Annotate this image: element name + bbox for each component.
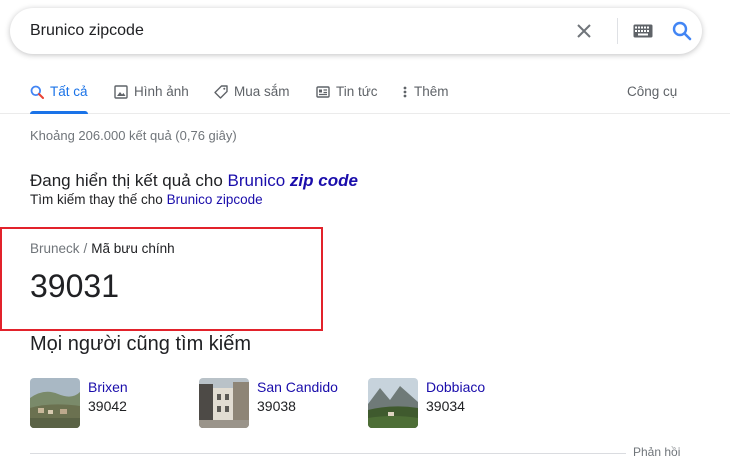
answer-place[interactable]: Bruneck	[30, 241, 80, 256]
tab-label: Tin tức	[336, 84, 378, 99]
search-box	[10, 8, 702, 54]
spelling-prefix: Đang hiển thị kết quả cho	[30, 171, 223, 190]
tab-more[interactable]: Thêm	[402, 84, 449, 114]
search-tabs: Tất cả Hình ảnh Mua sắm Tin tức Thêm Côn…	[0, 74, 730, 114]
crumb-separator: /	[83, 241, 88, 256]
tab-label: Hình ảnh	[134, 84, 189, 99]
tools-button[interactable]: Công cụ	[627, 84, 677, 99]
tab-label: Tất cả	[50, 84, 88, 99]
place-code: 39042	[88, 398, 127, 414]
place-thumbnail	[199, 378, 249, 428]
related-place-item[interactable]: Brixen 39042	[30, 378, 128, 428]
close-icon[interactable]	[573, 20, 595, 42]
tab-all[interactable]: Tất cả	[30, 84, 88, 114]
place-name: San Candido	[257, 379, 338, 395]
section-divider	[30, 453, 626, 454]
place-name: Dobbiaco	[426, 379, 486, 395]
zip-code-value: 39031	[30, 268, 119, 304]
place-text: Brixen 39042	[88, 378, 128, 428]
answer-label: Mã bưu chính	[91, 241, 175, 256]
news-icon	[316, 86, 330, 98]
search-icon	[30, 85, 44, 99]
tab-shopping[interactable]: Mua sắm	[214, 84, 290, 114]
tag-icon	[214, 85, 228, 99]
more-vert-icon	[403, 86, 407, 98]
place-thumbnail	[30, 378, 80, 428]
place-text: San Candido 39038	[257, 378, 338, 428]
original-query-link[interactable]: Brunico zipcode	[167, 192, 263, 207]
search-input[interactable]	[30, 19, 550, 43]
related-place-item[interactable]: San Candido 39038	[199, 378, 338, 428]
corrected-query-bold: zip code	[289, 171, 358, 190]
place-text: Dobbiaco 39034	[426, 378, 485, 428]
tab-images[interactable]: Hình ảnh	[114, 84, 189, 114]
tab-label: Thêm	[414, 84, 449, 99]
image-icon	[114, 85, 128, 99]
tab-label: Mua sắm	[234, 84, 290, 99]
alt-prefix: Tìm kiếm thay thế cho	[30, 192, 163, 207]
place-thumbnail	[368, 378, 418, 428]
corrected-query-plain: Brunico	[227, 171, 286, 190]
keyboard-icon[interactable]	[632, 20, 654, 42]
people-also-search-title: Mọi người cũng tìm kiếm	[30, 333, 252, 355]
place-name: Brixen	[88, 379, 128, 395]
search-box-divider	[617, 18, 618, 44]
related-place-item[interactable]: Dobbiaco 39034	[368, 378, 485, 428]
answer-breadcrumb: Bruneck / Mã bưu chính	[30, 241, 175, 256]
tab-news[interactable]: Tin tức	[316, 84, 378, 114]
search-icon[interactable]	[671, 20, 693, 42]
corrected-query-link[interactable]: Brunico zip code	[228, 171, 358, 190]
place-code: 39034	[426, 398, 465, 414]
result-stats: Khoảng 206.000 kết quả (0,76 giây)	[30, 128, 237, 143]
spelling-correction: Đang hiển thị kết quả cho Brunico zip co…	[30, 171, 358, 191]
alternative-search: Tìm kiếm thay thế cho Brunico zipcode	[30, 192, 263, 207]
place-code: 39038	[257, 398, 296, 414]
feedback-link[interactable]: Phản hồi	[633, 445, 680, 459]
